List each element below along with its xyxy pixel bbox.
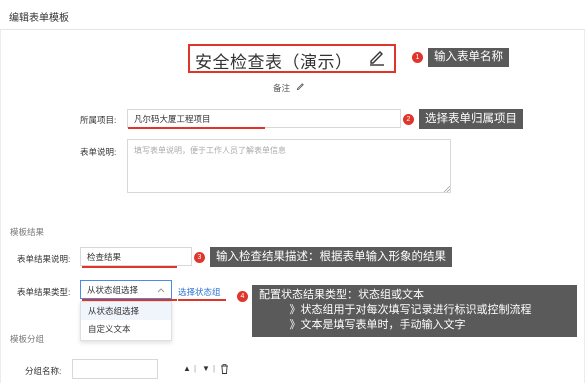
remark-label: 备注 [273,83,291,93]
pencil-icon[interactable] [296,82,305,91]
result-desc-value: 检查结果 [87,251,122,262]
result-type-dropdown: 从状态组选择 自定义文本 [80,301,172,341]
dropdown-option-custom-text[interactable]: 自定义文本 [81,320,171,338]
template-result-section-label: 模板结果 [10,227,45,237]
annotation-callout-1: 输入表单名称 [428,48,509,67]
trash-icon[interactable] [220,364,229,374]
group-name-input[interactable] [72,359,158,379]
state-group-link-highlight-underline [178,299,226,301]
project-label: 所属项目: [80,115,117,125]
dropdown-option-state-group[interactable]: 从状态组选择 [81,302,171,320]
resize-handle-icon[interactable] [444,186,450,192]
result-desc-label: 表单结果说明: [17,254,71,264]
result-type-value: 从状态组选择 [87,284,139,295]
move-down-button[interactable]: ▼ [202,364,210,373]
result-desc-input[interactable]: 检查结果 [80,247,192,266]
description-placeholder: 填写表单说明，便于工作人员了解表单信息 [134,146,286,155]
annotation-badge-1: 1 [412,52,423,63]
template-group-section-label: 模板分组 [10,334,45,344]
group-name-label: 分组名称: [25,366,62,376]
separator: | [213,364,216,373]
form-title[interactable]: 安全检查表（演示） [195,48,353,73]
pencil-icon[interactable] [368,48,386,66]
annotation-badge-2: 2 [403,114,414,125]
result-type-label: 表单结果类型: [17,287,71,297]
annotation-callout-4: 配置状态结果类型：状态组或文本 》状态组用于对每次填写记录进行标识或控制流程 》… [252,285,577,337]
annotation-badge-4: 4 [237,291,248,302]
result-desc-highlight-underline [82,266,177,268]
annotation-callout-2: 选择表单归属项目 [419,109,523,129]
description-textarea[interactable]: 填写表单说明，便于工作人员了解表单信息 [127,139,451,193]
separator: | [194,364,197,373]
select-state-group-link[interactable]: 选择状态组 [178,286,221,298]
chevron-up-icon [157,287,165,292]
description-label: 表单说明: [80,147,117,157]
project-select[interactable]: 凡尔码大厦工程项目 [127,109,401,128]
move-up-button[interactable]: ▲ [183,364,191,373]
project-value: 凡尔码大厦工程项目 [134,113,211,124]
page-title: 编辑表单模板 [9,13,69,24]
project-highlight-underline [128,127,265,129]
annotation-callout-3: 输入检查结果描述：根据表单输入形象的结果 [210,247,452,267]
page-header: 编辑表单模板 [0,0,585,30]
annotation-badge-3: 3 [194,252,205,263]
result-type-select[interactable]: 从状态组选择 [80,280,172,299]
